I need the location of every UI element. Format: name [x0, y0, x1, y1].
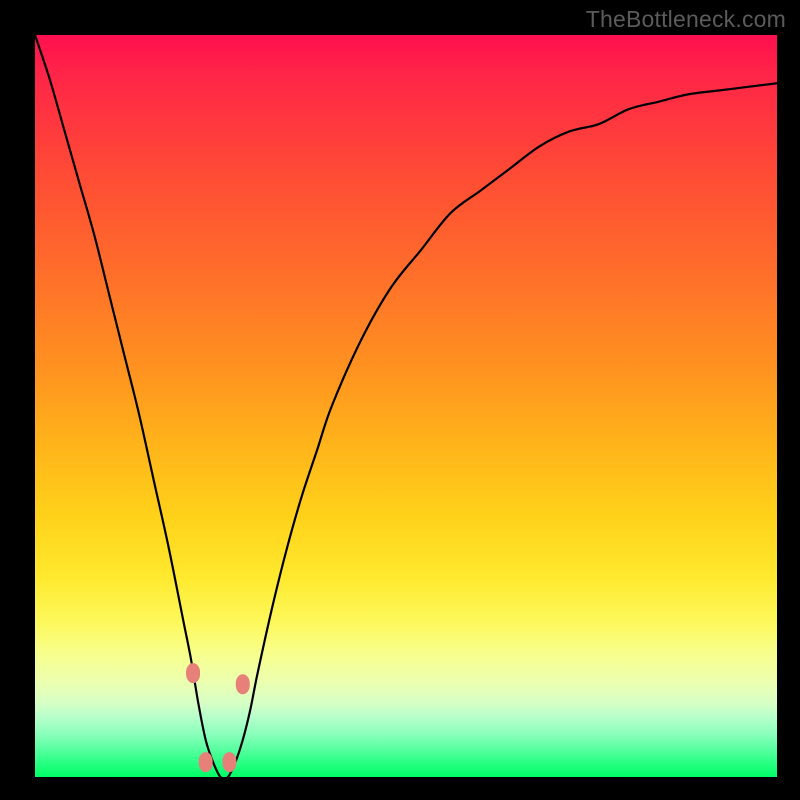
watermark-text: TheBottleneck.com: [586, 6, 786, 33]
marker-dot: [222, 752, 236, 772]
marker-dot: [199, 752, 213, 772]
marker-dot: [236, 674, 250, 694]
plot-area: [35, 35, 777, 777]
curve-svg: [35, 35, 777, 777]
curve-markers: [186, 663, 250, 772]
bottleneck-curve-path: [35, 35, 777, 777]
chart-frame: TheBottleneck.com: [0, 0, 800, 800]
marker-dot: [186, 663, 200, 683]
